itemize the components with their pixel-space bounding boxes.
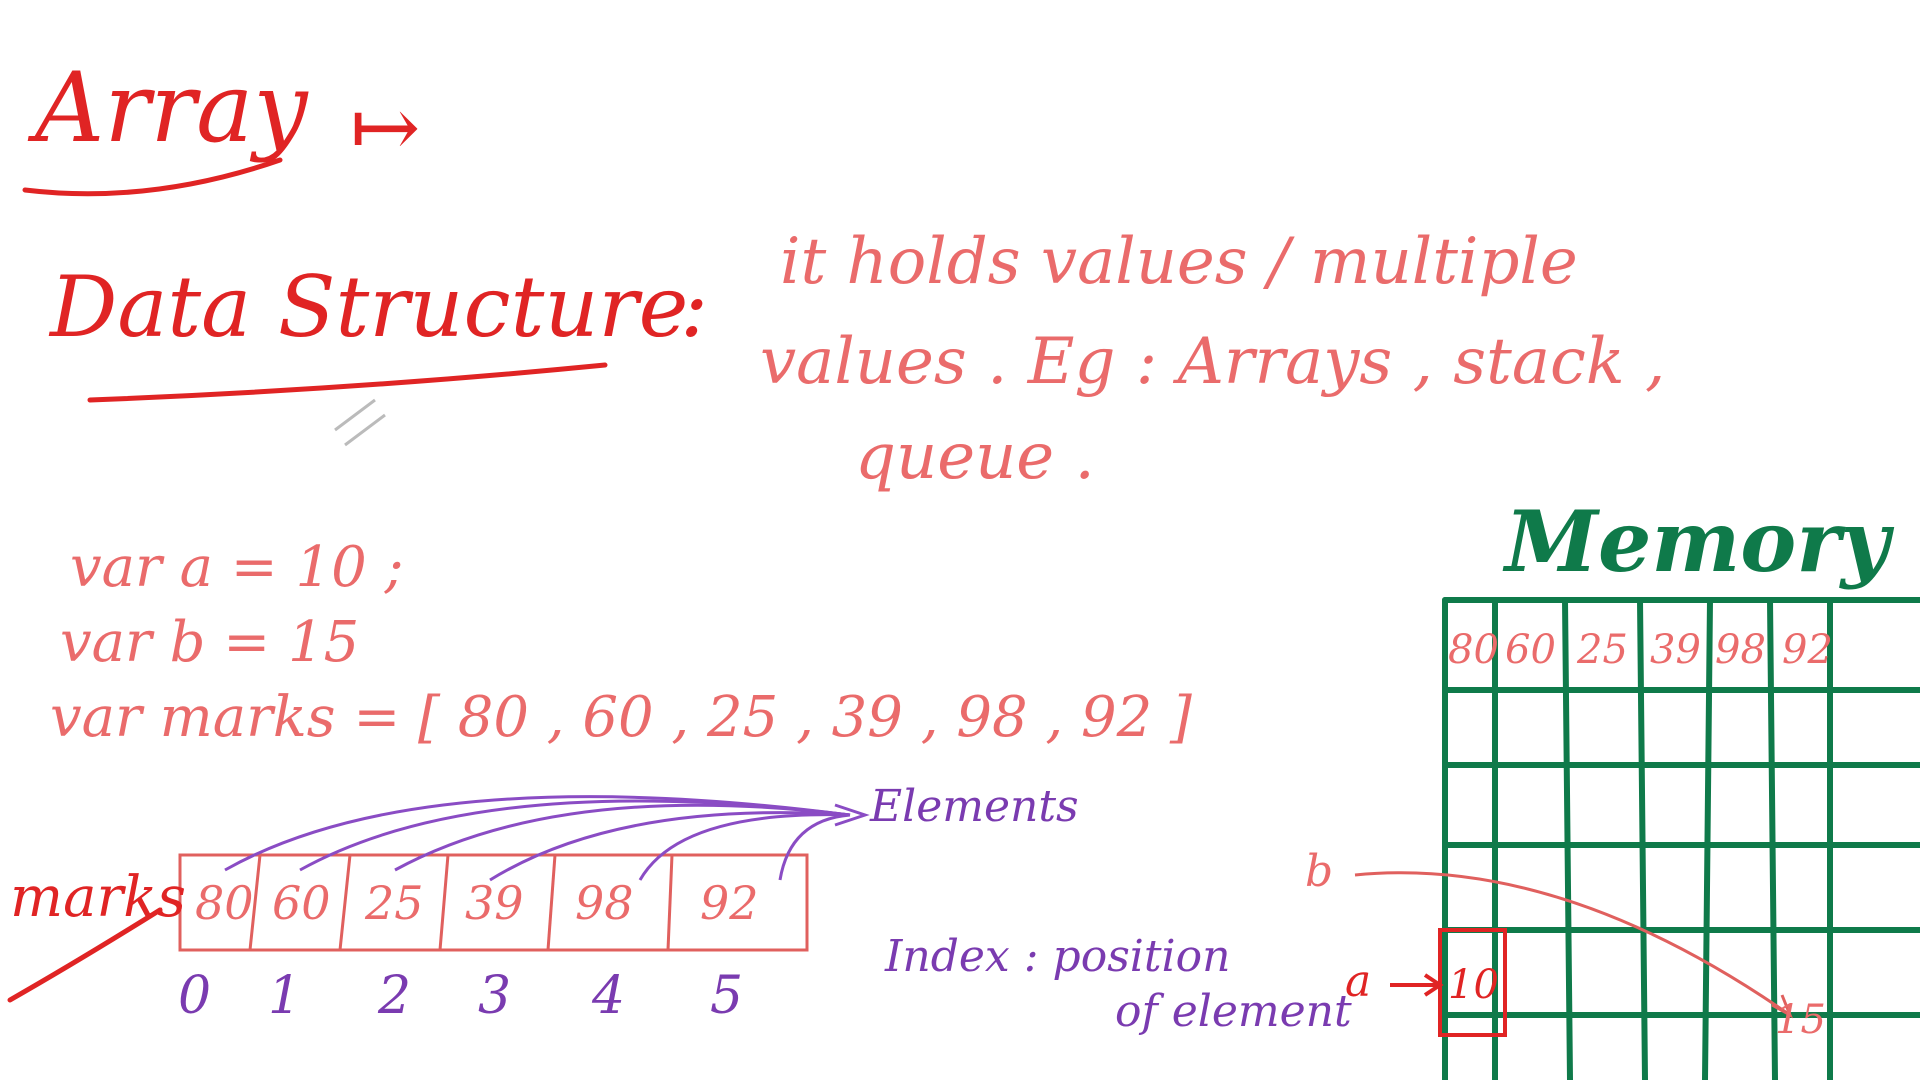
memory-cell-5: 92 xyxy=(1782,627,1833,673)
array-cell-4: 98 xyxy=(575,876,634,930)
array-cell-0: 80 xyxy=(195,876,254,930)
heading-colon: : xyxy=(680,258,709,356)
memory-title: Memory xyxy=(1505,492,1890,591)
memory-cell-3: 39 xyxy=(1650,627,1701,673)
array-cell-5: 92 xyxy=(700,876,759,930)
memory-cell-0: 80 xyxy=(1448,627,1499,673)
code-line-marks: var marks = [ 80 , 60 , 25 , 39 , 98 , 9… xyxy=(50,685,1192,750)
array-label-marks: marks xyxy=(10,865,186,930)
heading-data-structure: Data Structure xyxy=(50,258,689,356)
title-array: Array xyxy=(35,52,308,164)
memory-a-label: a xyxy=(1345,956,1372,1007)
elements-label: Elements xyxy=(870,781,1079,832)
pen-scribble xyxy=(334,398,386,447)
whiteboard-canvas: Array ↦ Data Structure : it holds values… xyxy=(0,0,1920,1080)
code-line-a: var a = 10 ; xyxy=(70,535,404,600)
title-underline xyxy=(22,157,283,197)
memory-b-value: 15 xyxy=(1775,997,1826,1043)
definition-line-1: it holds values / multiple xyxy=(780,225,1578,299)
array-cell-1: 60 xyxy=(272,876,331,930)
array-index-0: 0 xyxy=(178,966,212,1026)
heading-underline xyxy=(87,362,608,403)
index-note-line-1: Index : position xyxy=(885,931,1231,982)
memory-cell-4: 98 xyxy=(1715,627,1766,673)
a-arrow xyxy=(1390,973,1444,997)
array-index-5: 5 xyxy=(710,966,744,1026)
array-index-4: 4 xyxy=(592,966,626,1026)
memory-b-label: b xyxy=(1305,846,1334,897)
memory-a-value: 10 xyxy=(1448,962,1499,1008)
index-note-line-2: of element xyxy=(1115,986,1352,1037)
memory-cell-1: 60 xyxy=(1505,627,1556,673)
code-line-b: var b = 15 xyxy=(60,610,360,675)
definition-line-2: values . Eg : Arrays , stack , xyxy=(760,325,1666,399)
array-cell-3: 39 xyxy=(465,876,524,930)
array-cell-2: 25 xyxy=(365,876,424,930)
array-index-3: 3 xyxy=(478,966,512,1026)
array-index-1: 1 xyxy=(268,966,302,1026)
title-arrow-icon: ↦ xyxy=(350,78,421,176)
element-arrows xyxy=(224,795,870,882)
definition-line-3: queue . xyxy=(855,420,1095,494)
array-index-2: 2 xyxy=(378,966,412,1026)
b-arrow xyxy=(1354,871,1793,1019)
memory-cell-2: 25 xyxy=(1577,627,1628,673)
